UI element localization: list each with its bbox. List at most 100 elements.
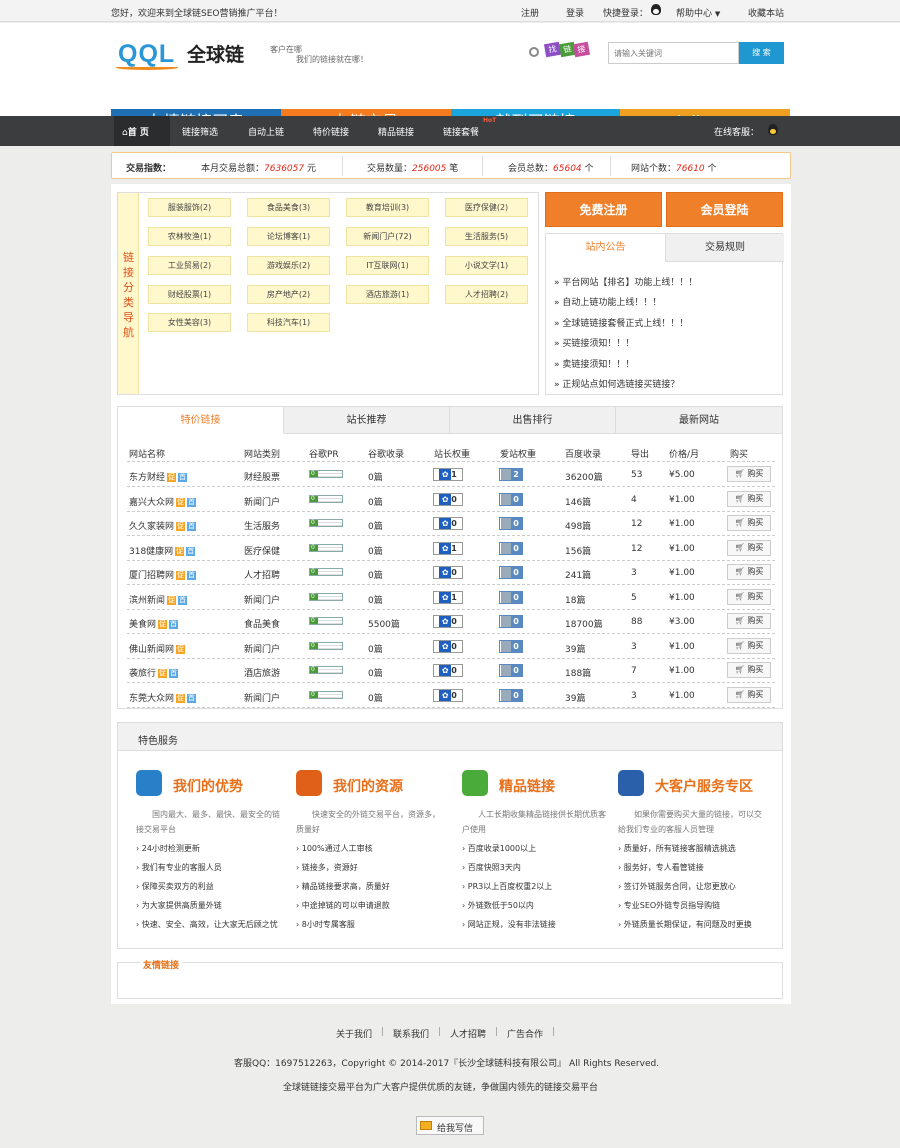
footer-link-jobs[interactable]: 人才招聘 <box>450 1027 486 1040</box>
site-name-link[interactable]: 318健康网 <box>129 547 173 557</box>
category-item[interactable]: 人才招聘(2) <box>445 285 528 304</box>
notice-item[interactable]: » 卖链接须知！！！ <box>554 357 634 370</box>
free-register-button[interactable]: 免费注册 <box>545 192 662 227</box>
search-button[interactable]: 搜 索 <box>739 42 784 64</box>
site-name-link[interactable]: 久久家装网 <box>129 522 174 532</box>
price: ¥1.00 <box>669 568 695 578</box>
logo-cn[interactable]: 全球链 <box>187 40 244 67</box>
category-item[interactable]: 食品美食(3) <box>247 198 330 217</box>
tab-recommend[interactable]: 站长推荐 <box>284 407 450 434</box>
category-item[interactable]: 游戏娱乐(2) <box>247 256 330 275</box>
nav-special[interactable]: 特价链接 <box>313 125 349 138</box>
category-item[interactable]: 科技汽车(1) <box>247 313 330 332</box>
trade-count-value: 256005 <box>412 164 447 174</box>
footer-link-ads[interactable]: 广告合作 <box>507 1027 543 1040</box>
az-value: 0 <box>510 689 522 701</box>
buy-button[interactable]: 🛒︎ 购买 <box>727 613 771 629</box>
buy-button[interactable]: 🛒︎ 购买 <box>727 686 771 703</box>
category-item[interactable]: 论坛博客(1) <box>247 227 330 246</box>
category-item[interactable]: 农林牧渔(1) <box>148 227 231 246</box>
site-name-link[interactable]: 东莞大众网 <box>129 694 174 704</box>
mail-button[interactable]: 给我写信 <box>416 1116 484 1135</box>
nav-filter[interactable]: 链接筛选 <box>182 125 218 138</box>
site-category: 生活服务 <box>244 522 281 532</box>
nav-package[interactable]: 链接套餐 <box>443 125 479 138</box>
category-item[interactable]: 生活服务(5) <box>445 227 528 246</box>
nav-home[interactable]: ⌂首 页 <box>122 125 149 138</box>
buy-button[interactable]: 🛒︎ 购买 <box>727 539 771 556</box>
notice-item[interactable]: » 全球链链接套餐正式上线！！！ <box>554 316 688 329</box>
tab-rules[interactable]: 交易规则 <box>665 234 784 262</box>
site-category: 新闻门户 <box>244 644 281 655</box>
footer-link-contact[interactable]: 联系我们 <box>393 1027 429 1040</box>
login-link[interactable]: 登录 <box>566 6 584 19</box>
nav-premium[interactable]: 精品链接 <box>378 125 414 138</box>
sites: 网站个数：76610 个 <box>631 161 717 174</box>
tab-ranking[interactable]: 出售排行 <box>450 407 616 434</box>
search-input[interactable] <box>608 42 739 64</box>
register-link[interactable]: 注册 <box>521 6 539 19</box>
col-buy: 购买 <box>730 450 749 460</box>
promo-badge: 首 <box>169 669 179 678</box>
site-name-link[interactable]: 美食网 <box>129 620 156 630</box>
favorite-link[interactable]: 收藏本站 <box>748 6 784 19</box>
notice-item[interactable]: » 平台网站【排名】功能上线！！！ <box>554 275 697 288</box>
outlinks: 3 <box>631 690 637 701</box>
service-point: › 百度收录1000以上 <box>462 844 537 853</box>
members-value: 65604 <box>553 164 582 174</box>
site-name-link[interactable]: 嘉兴大众网 <box>129 498 174 508</box>
footer-link-about[interactable]: 关于我们 <box>336 1027 372 1040</box>
qq-service-icon[interactable] <box>768 124 778 135</box>
category-item[interactable]: 房产地产(2) <box>247 285 330 304</box>
category-item[interactable]: 服装服饰(2) <box>148 198 231 217</box>
site-name-link[interactable]: 佛山新闻网 <box>129 645 174 655</box>
site-name-link[interactable]: 袭旅行 <box>129 669 156 679</box>
category-item[interactable]: 工业贸易(2) <box>148 256 231 275</box>
nav-auto[interactable]: 自动上链 <box>248 125 284 138</box>
category-item[interactable]: 医疗保健(2) <box>445 198 528 217</box>
buy-button[interactable]: 🛒︎ 购买 <box>727 662 771 678</box>
help-center-menu[interactable]: 帮助中心 ▼ <box>676 6 720 19</box>
az-value: 0 <box>510 518 522 529</box>
site-category: 酒店旅游 <box>244 669 281 679</box>
buy-label: 购买 <box>747 616 764 625</box>
site-name-link[interactable]: 厦门招聘网 <box>129 571 174 581</box>
pr-value: 0 <box>311 494 315 502</box>
category-item[interactable]: 财经股票(1) <box>148 285 231 304</box>
footer-sep: | <box>381 1027 385 1037</box>
cart-icon: 🛒︎ <box>734 518 745 527</box>
globe-icon <box>618 770 644 796</box>
buy-button[interactable]: 🛒︎ 购买 <box>727 490 771 507</box>
paw-icon: ✿ <box>439 493 452 505</box>
buy-button[interactable]: 🛒︎ 购买 <box>727 515 771 531</box>
notice-item[interactable]: » 买链接须知！！！ <box>554 336 634 349</box>
az-weight: 2 <box>499 468 523 481</box>
site-name-link[interactable]: 东方财经 <box>129 473 165 483</box>
buy-button[interactable]: 🛒︎ 购买 <box>727 588 771 605</box>
tab-notice[interactable]: 站内公告 <box>546 234 665 262</box>
qq-icon[interactable] <box>651 4 661 15</box>
tab-special[interactable]: 特价链接 <box>118 407 284 434</box>
friend-links-title: 友情链接 <box>140 958 183 971</box>
site-name-link[interactable]: 滨州新闻 <box>129 596 165 606</box>
outlinks: 3 <box>631 641 637 652</box>
baidu-index: 241篇 <box>565 571 592 581</box>
category-item[interactable]: 女性美容(3) <box>148 313 231 332</box>
member-login-button[interactable]: 会员登陆 <box>666 192 783 227</box>
buy-button[interactable]: 🛒︎ 购买 <box>727 637 771 654</box>
buy-button[interactable]: 🛒︎ 购买 <box>727 466 771 482</box>
notice-item[interactable]: » 自动上链功能上线！！！ <box>554 295 661 308</box>
category-item[interactable]: 教育培训(3) <box>346 198 429 217</box>
category-item[interactable]: 酒店旅游(1) <box>346 285 429 304</box>
help-label: 帮助中心 <box>676 9 713 19</box>
buy-button[interactable]: 🛒︎ 购买 <box>727 564 771 580</box>
notice-item[interactable]: » 正规站点如何选链接买链接？ <box>554 377 679 390</box>
az-weight: 0 <box>499 566 523 579</box>
category-item[interactable]: IT互联网(1) <box>346 256 429 275</box>
category-item[interactable]: 小说文学(1) <box>445 256 528 275</box>
table-row: 嘉兴大众网促首新闻门户 0 0篇 ✿ 0 0 146篇 4 ¥1.00 🛒︎ 购买 <box>127 488 775 512</box>
service-point: › 外链质量长期保证，有问题及时更换 <box>618 920 752 929</box>
tab-newest[interactable]: 最新网站 <box>616 407 782 434</box>
category-item[interactable]: 新闻门户(72) <box>346 227 429 246</box>
paw-icon: ✿ <box>439 689 452 701</box>
